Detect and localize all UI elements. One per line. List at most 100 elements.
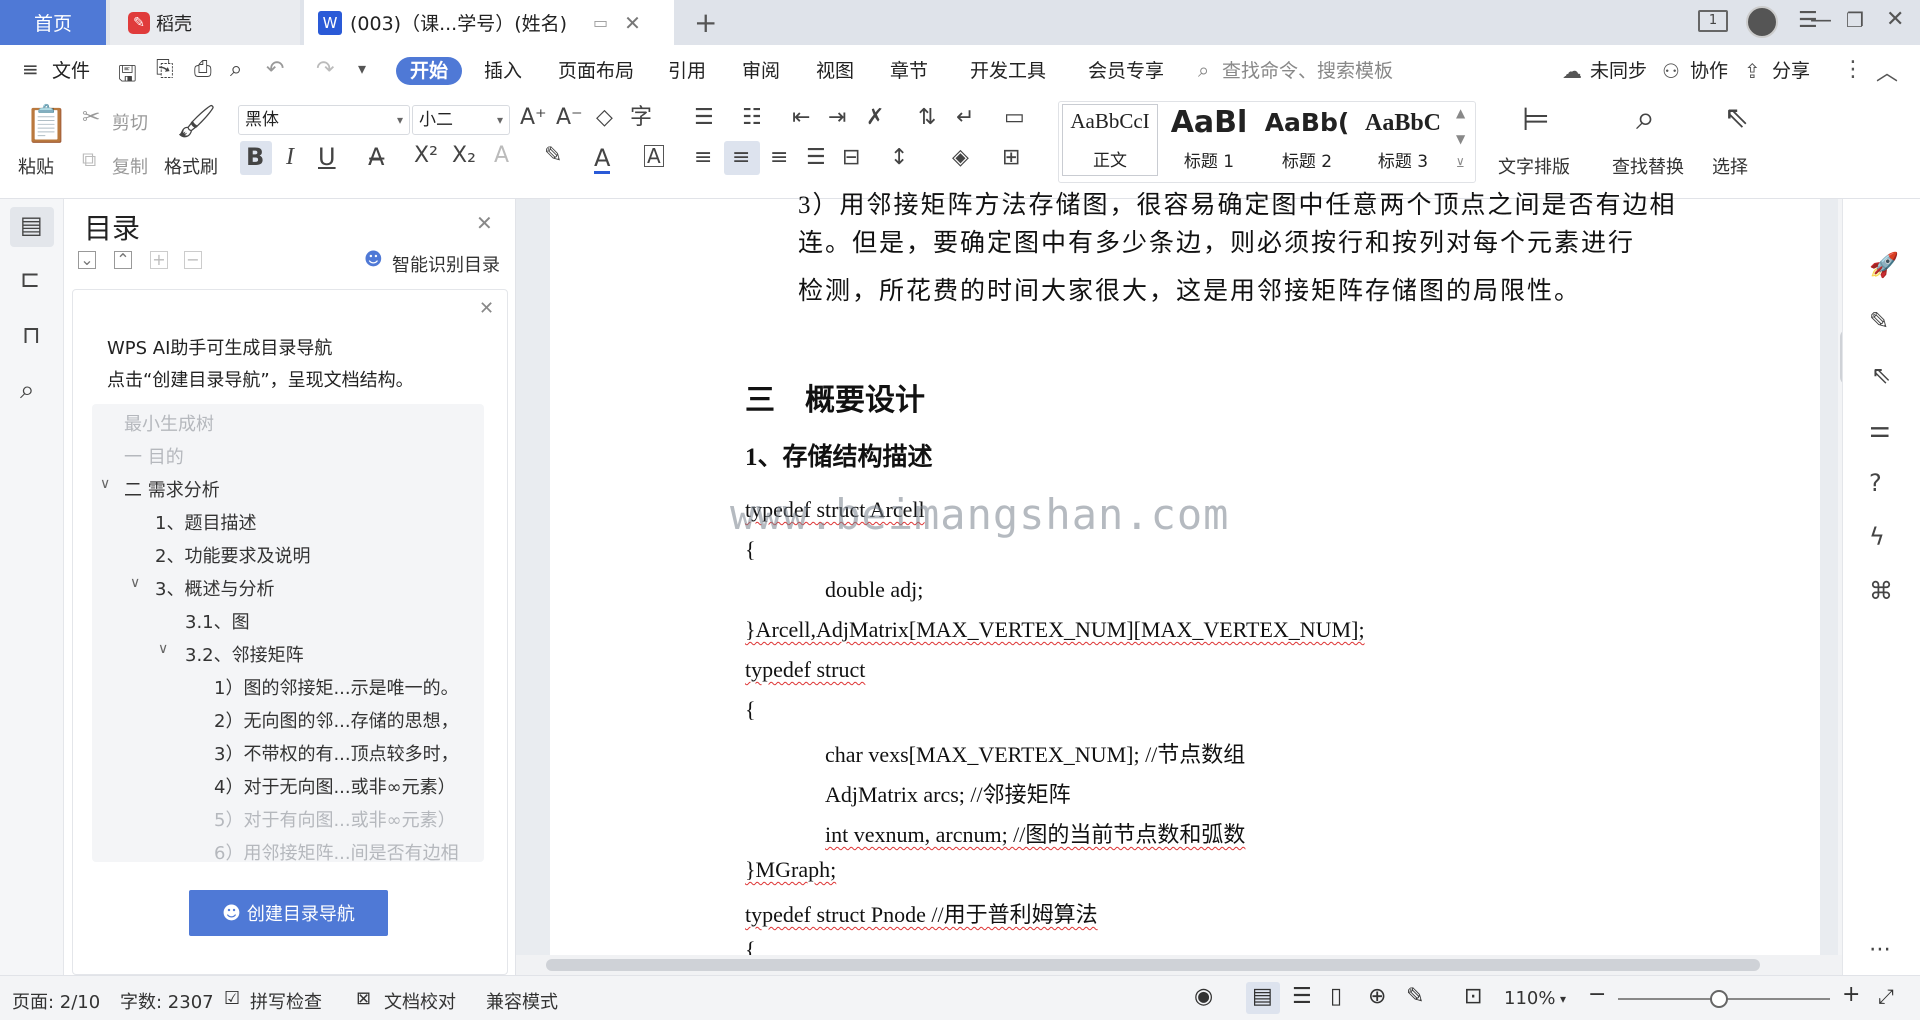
zoom-dropdown-icon[interactable]: ▾ (1560, 992, 1566, 1006)
save-icon[interactable]: 🖫 (118, 57, 137, 95)
italic-icon[interactable]: I (286, 145, 294, 169)
format-painter-label[interactable]: 格式刷 (164, 153, 218, 179)
font-name-select[interactable]: 黑体 ▾ (238, 105, 410, 135)
write-mode-icon[interactable]: ✎ (1406, 984, 1424, 1009)
reading-view-icon[interactable]: ▯ (1330, 984, 1342, 1009)
adjust-sliders-icon[interactable]: ⚌ (1869, 417, 1891, 441)
spell-check-button[interactable]: 拼写检查 (250, 988, 322, 1014)
distribute-icon[interactable]: ⊟ (842, 147, 860, 169)
paste-icon[interactable]: 📋 (24, 107, 69, 143)
help-icon[interactable]: ? (1869, 471, 1882, 495)
screen-icon[interactable]: ▭ (593, 13, 608, 32)
print-preview-icon[interactable]: ⌕ (230, 57, 242, 82)
export-pdf-icon[interactable]: ⎘ (156, 57, 174, 82)
style-heading2[interactable]: AaBb( 标题 2 (1260, 104, 1354, 176)
chapter-nav-icon[interactable]: ⊏ (20, 267, 40, 291)
close-window-icon[interactable]: ✕ (1886, 7, 1904, 32)
menu-developer[interactable]: 开发工具 (970, 57, 1046, 85)
tab-daoke[interactable]: ✎ 稻壳 (110, 0, 300, 45)
superscript-icon[interactable]: X² (414, 145, 438, 167)
collapse-all-icon[interactable]: ⌄ (78, 251, 96, 269)
ruler-icon[interactable]: ▭ (1004, 107, 1025, 129)
align-left-icon[interactable]: ≡ (694, 147, 712, 169)
style-scroll-down-icon[interactable]: ▼ (1456, 133, 1465, 145)
proofread-button[interactable]: 文档校对 (384, 988, 456, 1014)
zoom-out-icon[interactable]: − (1588, 982, 1606, 1007)
show-marks-icon[interactable]: ↵ (956, 107, 974, 129)
menu-chapter[interactable]: 章节 (890, 57, 928, 85)
new-tab-button[interactable]: + (694, 6, 717, 39)
char-border-icon[interactable]: A (644, 145, 664, 167)
text-effect-icon[interactable]: A (494, 145, 509, 167)
justify-icon[interactable]: ☰ (806, 147, 826, 169)
quick-access-dropdown-icon[interactable]: ▾ (358, 59, 366, 78)
pointer-icon[interactable]: ⇖ (1871, 363, 1891, 387)
horizontal-scroll-thumb[interactable] (546, 959, 1760, 971)
font-color-icon[interactable]: A (594, 145, 611, 174)
subscript-icon[interactable]: X₂ (452, 145, 476, 167)
more-options-icon[interactable]: ⋮ (1842, 57, 1864, 82)
collapse-ribbon-icon[interactable]: ︿ (1876, 55, 1898, 87)
document-page[interactable]: 3）用邻接矩阵方法存储图，很容易确定图中任意两个顶点之间是否有边相 连。但是，要… (550, 192, 1858, 962)
style-scroll-up-icon[interactable]: ▲ (1456, 107, 1465, 119)
more-tools-icon[interactable]: ⋯ (1869, 939, 1891, 961)
ai-tool-icon[interactable]: ⌘ (1869, 579, 1893, 603)
strikethrough-icon[interactable]: A̶ (368, 145, 384, 169)
find-replace-label[interactable]: 查找替换 (1612, 153, 1684, 179)
minimize-icon[interactable]: — (1810, 8, 1832, 33)
decrease-indent-icon[interactable]: ⇤ (792, 107, 810, 129)
toc-panel-icon[interactable]: ▤ (20, 213, 43, 237)
fullscreen-icon[interactable]: ⤢ (1878, 984, 1894, 1008)
find-replace-icon[interactable]: ⌕ (1636, 101, 1655, 135)
menu-view[interactable]: 视图 (816, 57, 854, 85)
sort-icon[interactable]: ⇅ (918, 107, 936, 129)
align-right-icon[interactable]: ≡ (770, 147, 788, 169)
shrink-font-icon[interactable]: A⁻ (556, 107, 583, 129)
smart-toc-button[interactable]: 智能识别目录 (392, 251, 500, 277)
create-toc-button[interactable]: ☻ 创建目录导航 (189, 890, 388, 936)
phonetic-guide-icon[interactable]: 字 (630, 107, 652, 129)
close-panel-icon[interactable]: ✕ (476, 211, 493, 235)
shading-icon[interactable]: ◈ (952, 147, 969, 169)
menu-review[interactable]: 审阅 (742, 57, 780, 85)
rocket-icon[interactable]: 🚀 (1869, 253, 1899, 277)
align-center-icon[interactable]: ≡ (732, 147, 750, 169)
page-count-badge[interactable]: 1 (1698, 10, 1728, 32)
redo-icon[interactable]: ↷ (316, 57, 334, 82)
bookmark-icon[interactable]: ⊓ (22, 323, 41, 347)
borders-icon[interactable]: ⊞ (1002, 147, 1020, 169)
web-view-icon[interactable]: ⊕ (1368, 984, 1386, 1009)
select-label[interactable]: 选择 (1712, 153, 1748, 179)
zoom-level[interactable]: 110% (1504, 988, 1555, 1009)
fit-page-icon[interactable]: ⊡ (1464, 984, 1482, 1009)
bold-icon[interactable]: B (246, 145, 264, 169)
increase-indent-icon[interactable]: ⇥ (828, 107, 846, 129)
paste-label[interactable]: 粘贴 (18, 153, 54, 179)
cut-icon[interactable]: ✂ (82, 107, 100, 129)
collaborate-button[interactable]: 协作 (1690, 57, 1728, 85)
bullet-list-icon[interactable]: ☰ (694, 107, 714, 129)
text-layout-label[interactable]: 文字排版 (1498, 153, 1570, 179)
eye-protection-icon[interactable]: ◉ (1194, 984, 1213, 1009)
select-cursor-icon[interactable]: ⇖ (1724, 103, 1749, 133)
style-heading3[interactable]: AaBbC 标题 3 (1356, 104, 1450, 176)
page-indicator[interactable]: 页面: 2/10 (12, 988, 100, 1014)
page-view-icon[interactable]: ▤ (1252, 984, 1273, 1009)
menu-page-layout[interactable]: 页面布局 (558, 57, 634, 85)
close-tab-icon[interactable]: ✕ (624, 11, 641, 35)
underline-icon[interactable]: U (318, 145, 336, 169)
copy-label[interactable]: 复制 (112, 153, 148, 179)
sync-status[interactable]: 未同步 (1590, 57, 1647, 85)
restore-icon[interactable]: ❐ (1846, 8, 1864, 32)
close-ai-box-icon[interactable]: ✕ (479, 298, 494, 319)
highlight-icon[interactable]: ✎ (544, 145, 562, 167)
menu-references[interactable]: 引用 (668, 57, 706, 85)
style-normal[interactable]: AaBbCcI 正文 (1062, 104, 1158, 176)
lightning-icon[interactable]: ϟ (1869, 525, 1885, 549)
format-painter-icon[interactable]: 🖌 (176, 105, 217, 137)
horizontal-scrollbar[interactable] (516, 955, 1842, 975)
tab-home[interactable]: 首页 (0, 0, 106, 45)
clear-format-icon[interactable]: ◇ (596, 107, 613, 129)
copy-icon[interactable]: ⧉ (82, 149, 96, 169)
menu-member[interactable]: 会员专享 (1088, 57, 1164, 85)
